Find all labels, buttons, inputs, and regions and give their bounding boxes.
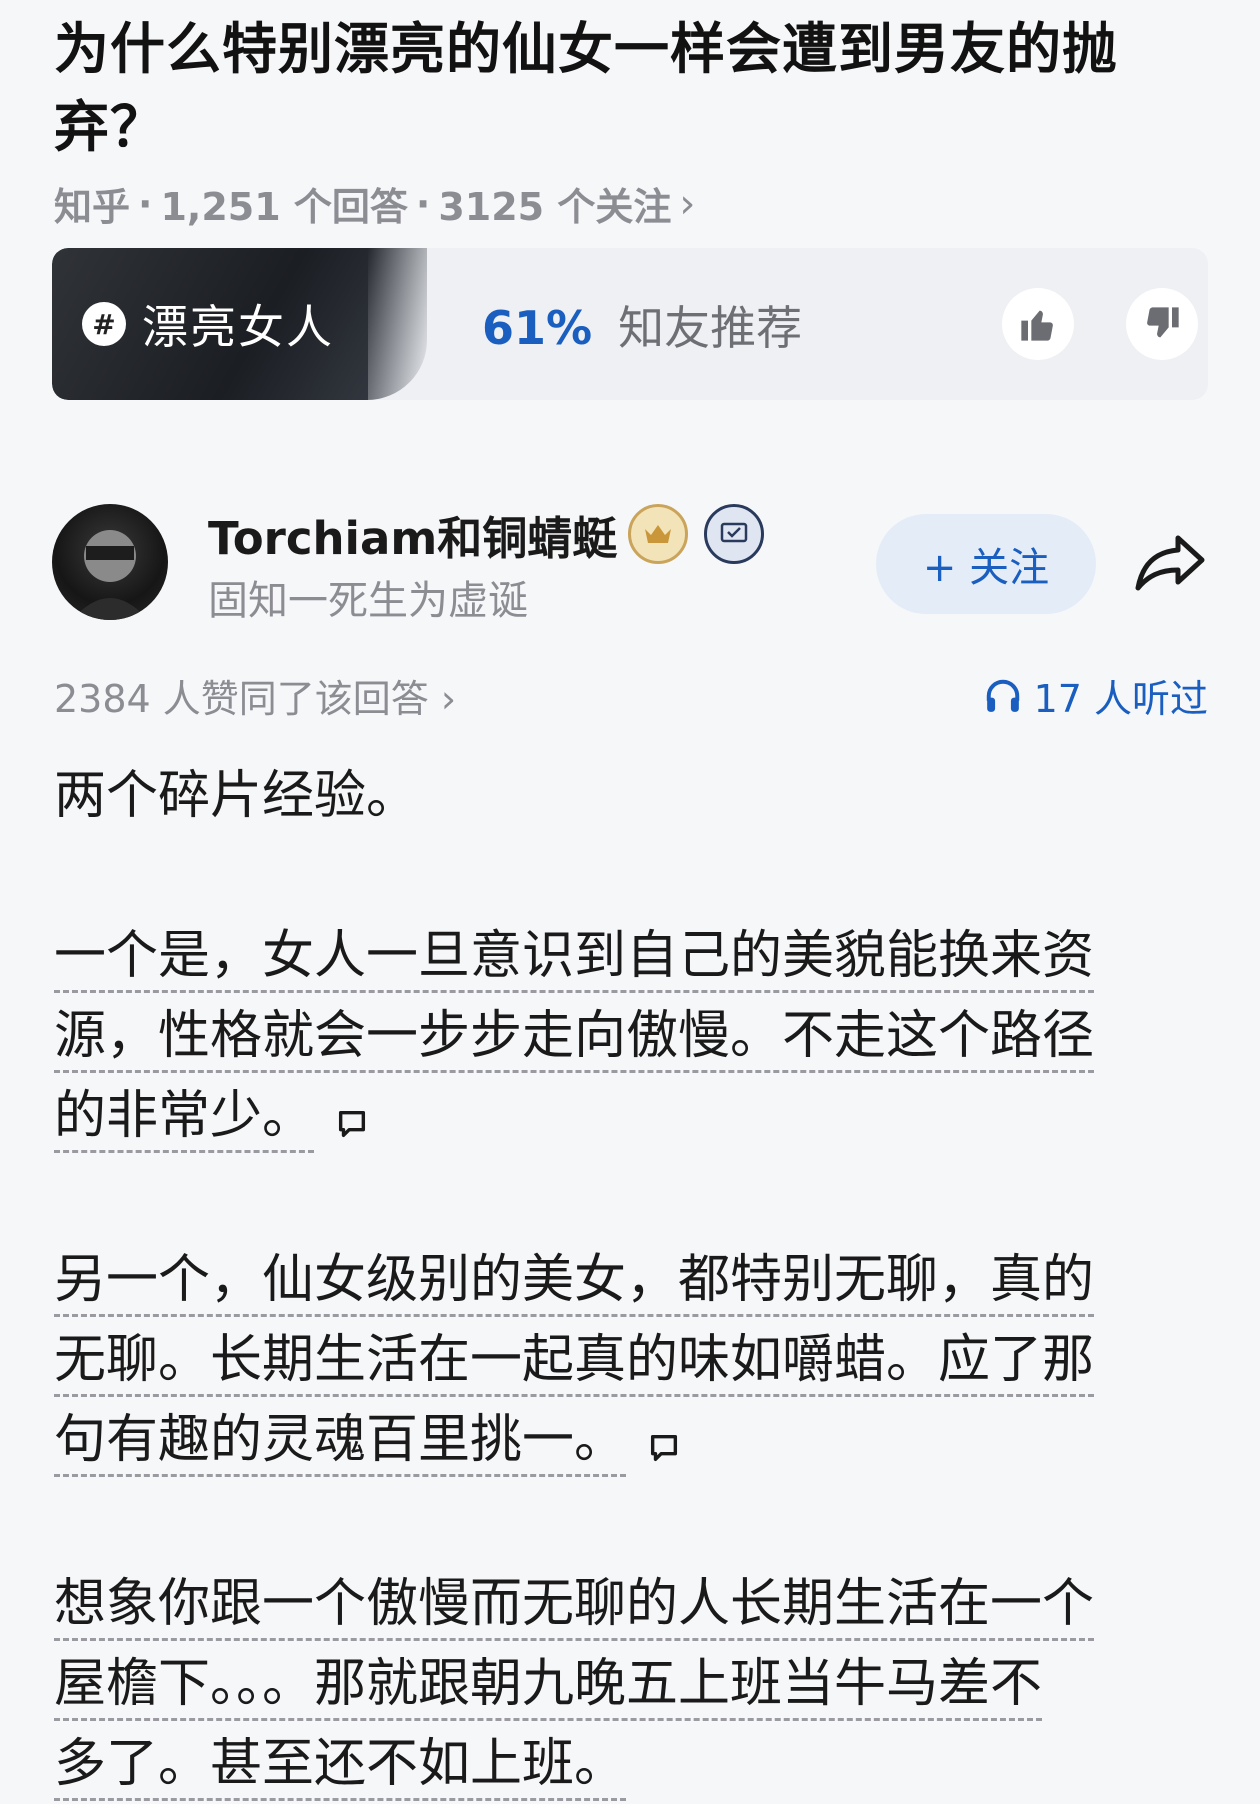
question-title[interactable]: 为什么特别漂亮的仙女一样会遭到男友的抛弃？ xyxy=(54,10,1214,166)
answer-line[interactable]: 句有趣的灵魂百里挑一。 xyxy=(54,1410,627,1477)
thumbs-up-icon xyxy=(1021,310,1053,341)
comment-bubble-icon[interactable] xyxy=(335,1107,369,1141)
topic-name: 漂亮女人 xyxy=(142,300,334,354)
question-meta[interactable]: 知乎 · 1,251 个回答 · 3125 个关注 › xyxy=(54,176,695,231)
thumbs-up-button[interactable] xyxy=(1002,288,1074,360)
listen-count[interactable]: 17 人听过 xyxy=(984,668,1208,723)
answer-line[interactable]: 另一个，仙女级别的美女，都特别无聊，真的 xyxy=(54,1250,1095,1317)
answer-line[interactable]: 源，性格就会一步步走向傲慢。不走这个路径 xyxy=(54,1006,1095,1073)
chevron-right-icon: › xyxy=(679,180,696,227)
meta-dot: · xyxy=(138,181,153,226)
hashtag-icon: # xyxy=(82,302,126,346)
author-signature: 固知一死生为虚诞 xyxy=(208,578,528,624)
answer-line[interactable]: 屋檐下。。。那就跟朝九晚五上班当牛马差不 xyxy=(54,1654,1043,1721)
share-icon[interactable] xyxy=(1134,530,1206,598)
upvote-count[interactable]: 2384 人赞同了该回答 › xyxy=(54,668,456,723)
crown-icon xyxy=(645,525,671,543)
meta-dot: · xyxy=(415,181,431,226)
follow-button[interactable]: + 关注 xyxy=(876,514,1096,614)
recommend-label: 知友推荐 xyxy=(618,301,803,355)
verified-badge-icon[interactable] xyxy=(704,504,764,564)
answer-content: 两个碎片经验。 一个是，女人一旦意识到自己的美貌能换来资 源，性格就会一步步走向… xyxy=(54,756,1214,1804)
answer-paragraph-3: 另一个，仙女级别的美女，都特别无聊，真的 无聊。长期生活在一起真的味如嚼蜡。应了… xyxy=(54,1240,1214,1480)
answer-line[interactable]: 无聊。长期生活在一起真的味如嚼蜡。应了那 xyxy=(54,1330,1095,1397)
follower-count: 3125 个关注 xyxy=(438,185,672,229)
answer-line[interactable]: 想象你跟一个傲慢而无聊的人长期生活在一个 xyxy=(54,1574,1095,1641)
crown-badge-icon[interactable] xyxy=(628,504,688,564)
answer-paragraph-4: 想象你跟一个傲慢而无聊的人长期生活在一个 屋檐下。。。那就跟朝九晚五上班当牛马差… xyxy=(54,1564,1214,1804)
recommend-percent: 61% xyxy=(482,301,593,355)
thumbs-down-icon xyxy=(1147,307,1179,338)
answer-count: 1,251 个回答 xyxy=(160,185,408,229)
certificate-icon xyxy=(720,522,748,543)
comment-bubble-icon[interactable] xyxy=(647,1431,681,1465)
listen-label: 17 人听过 xyxy=(1033,677,1208,721)
topic-banner[interactable]: # 漂亮女人 xyxy=(52,248,428,400)
answer-paragraph-1: 两个碎片经验。 xyxy=(54,766,419,826)
avatar-image xyxy=(72,530,148,620)
answer-line[interactable]: 的非常少。 xyxy=(54,1086,315,1153)
answer-line[interactable]: 多了。甚至还不如上班。 xyxy=(54,1734,627,1801)
author-avatar[interactable] xyxy=(52,504,168,620)
topic-card[interactable]: # 漂亮女人 61% 知友推荐 xyxy=(52,248,1208,400)
answer-paragraph-2: 一个是，女人一旦意识到自己的美貌能换来资 源，性格就会一步步走向傲慢。不走这个路… xyxy=(54,916,1214,1156)
answer-line[interactable]: 一个是，女人一旦意识到自己的美貌能换来资 xyxy=(54,926,1095,993)
thumbs-down-button[interactable] xyxy=(1126,288,1198,360)
site-name: 知乎 xyxy=(54,185,131,229)
recommend-rate: 61% 知友推荐 xyxy=(482,292,802,358)
headphones-icon xyxy=(986,679,1019,712)
author-name[interactable]: Torchiam和铜蜻蜓 xyxy=(208,502,617,567)
